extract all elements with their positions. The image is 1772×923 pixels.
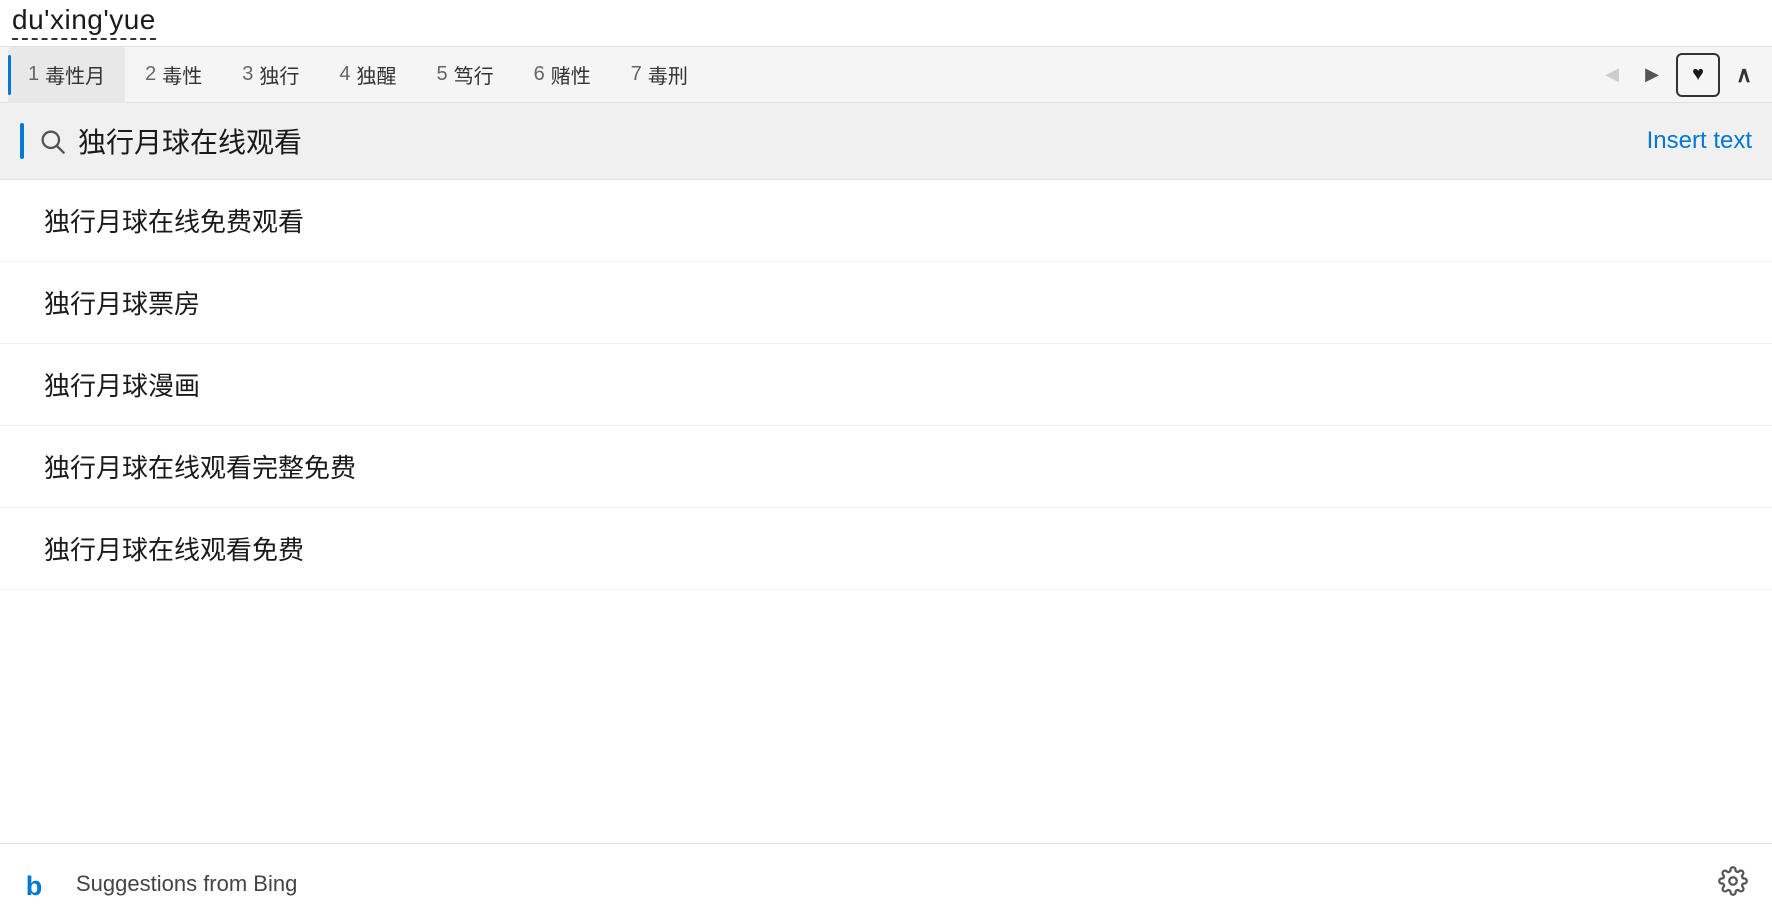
tab-label-4: 独醒 — [357, 60, 397, 89]
search-accent-bar — [20, 123, 24, 159]
tab-label-6: 赌性 — [551, 60, 591, 89]
tab-item-3[interactable]: 3 独行 — [222, 47, 319, 103]
suggestion-item[interactable]: 独行月球票房 — [0, 262, 1772, 344]
footer-bar: b Suggestions from Bing — [0, 843, 1772, 923]
settings-button[interactable] — [1718, 866, 1748, 901]
tab-number-3: 3 — [242, 63, 253, 86]
tab-label-7: 毒刑 — [648, 60, 688, 89]
tab-label-5: 笃行 — [454, 60, 494, 89]
tab-number-2: 2 — [145, 63, 156, 86]
svg-text:b: b — [26, 870, 43, 900]
suggestion-text: 独行月球在线观看完整免费 — [44, 448, 356, 485]
heart-icon: ♥ — [1692, 63, 1704, 86]
tab-item-5[interactable]: 5 笃行 — [417, 47, 514, 103]
arrow-left-icon — [1605, 64, 1619, 85]
tab-item-4[interactable]: 4 独醒 — [319, 47, 416, 103]
input-text[interactable]: du'xing'yue — [12, 4, 156, 40]
tab-number-1: 1 — [28, 63, 39, 86]
tab-label-3: 独行 — [259, 60, 299, 89]
tabs-row: 1 毒性月 2 毒性 3 独行 4 独醒 5 笃行 6 赌性 7 毒刑 ♥ — [0, 47, 1772, 103]
suggestion-text: 独行月球漫画 — [44, 366, 200, 403]
gear-icon — [1718, 866, 1748, 896]
tab-item-2[interactable]: 2 毒性 — [125, 47, 222, 103]
suggestion-item[interactable]: 独行月球漫画 — [0, 344, 1772, 426]
search-bar: 独行月球在线观看 Insert text — [0, 103, 1772, 180]
tab-item-6[interactable]: 6 赌性 — [514, 47, 611, 103]
suggestion-text: 独行月球在线观看免费 — [44, 530, 304, 567]
chevron-up-icon — [1736, 62, 1752, 88]
tab-next-button[interactable] — [1632, 55, 1672, 95]
favorites-button[interactable]: ♥ — [1676, 53, 1720, 97]
search-icon — [38, 127, 66, 155]
suggestion-item[interactable]: 独行月球在线观看完整免费 — [0, 426, 1772, 508]
suggestion-item[interactable]: 独行月球在线免费观看 — [0, 180, 1772, 262]
suggestion-item[interactable]: 独行月球在线观看免费 — [0, 508, 1772, 590]
arrow-right-icon — [1645, 64, 1659, 85]
input-bar: du'xing'yue — [0, 0, 1772, 47]
tab-number-5: 5 — [437, 63, 448, 86]
tab-number-7: 7 — [631, 63, 642, 86]
tab-label-2: 毒性 — [162, 60, 202, 89]
suggestion-text: 独行月球票房 — [44, 284, 200, 321]
tab-number-6: 6 — [534, 63, 545, 86]
collapse-button[interactable] — [1724, 55, 1764, 95]
tab-number-4: 4 — [339, 63, 350, 86]
tab-item-1[interactable]: 1 毒性月 — [8, 47, 125, 103]
insert-text-button[interactable]: Insert text — [1647, 127, 1752, 155]
suggestion-text: 独行月球在线免费观看 — [44, 202, 304, 239]
suggestions-list: 独行月球在线免费观看独行月球票房独行月球漫画独行月球在线观看完整免费独行月球在线… — [0, 180, 1772, 590]
bing-logo-icon: b — [24, 866, 60, 902]
footer-label: Suggestions from Bing — [76, 871, 1718, 897]
tab-prev-button[interactable] — [1592, 55, 1632, 95]
tab-item-7[interactable]: 7 毒刑 — [611, 47, 708, 103]
search-query-text: 独行月球在线观看 — [78, 121, 1647, 161]
tab-label-1: 毒性月 — [45, 60, 105, 89]
